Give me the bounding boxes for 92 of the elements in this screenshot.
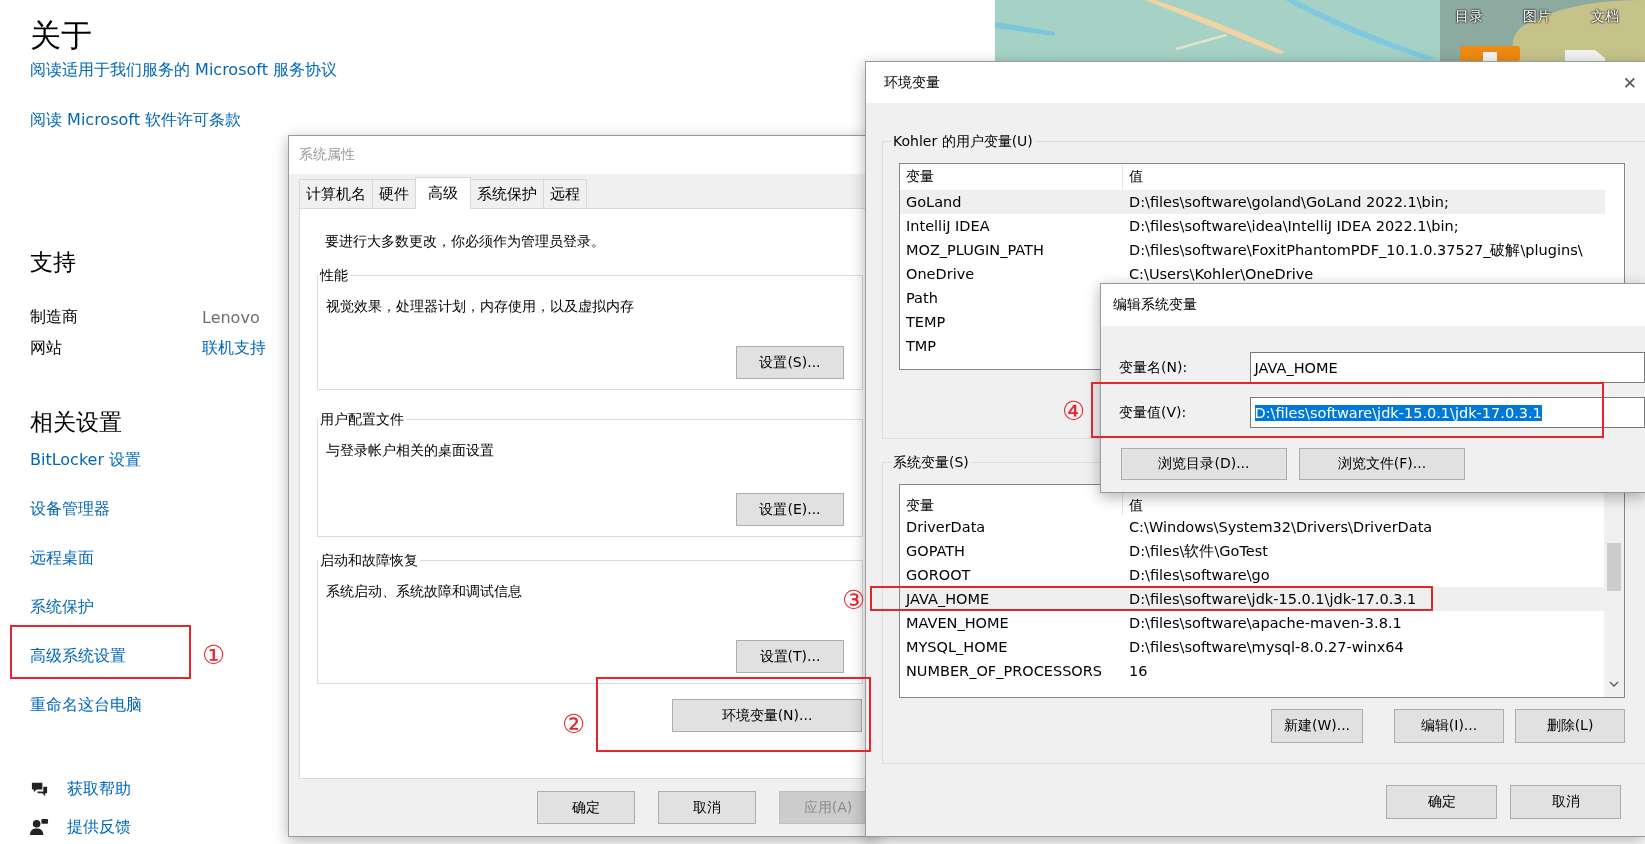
table-cell-text: IntelliJ IDEA: [905, 218, 991, 234]
table-row[interactable]: MYSQL_HOME D:\files\software\mysql-8.0.27-winx64: [900, 635, 1605, 659]
link[interactable]: 高级系统设置: [30, 642, 126, 670]
link[interactable]: 设备管理器: [30, 495, 110, 523]
link[interactable]: 重命名这台电脑: [30, 691, 142, 719]
table-row[interactable]: GOROOT D:\files\software\go: [900, 563, 1605, 587]
step-number: ②: [562, 709, 586, 739]
group-title: 性能: [318, 265, 350, 285]
dialog-button[interactable]: 删除(L): [1515, 709, 1625, 743]
table-cell-text: 16: [1128, 663, 1148, 679]
table-cell-text: OneDrive: [905, 266, 976, 282]
dialog-button[interactable]: 新建(W)...: [1271, 709, 1363, 743]
link[interactable]: 提供反馈: [67, 813, 131, 841]
table-row[interactable]: MOZ_PLUGIN_PATH D:\files\software\FoxitPhantomPDF_10.1.0.37527_破解\plugins\: [900, 238, 1605, 262]
table-cell-text: NUMBER_OF_PROCESSORS: [905, 663, 1104, 679]
table-cell-text: JAVA_HOME: [904, 591, 991, 607]
input-field[interactable]: JAVA_HOME: [1249, 352, 1645, 383]
dialog-button[interactable]: 取消: [658, 791, 756, 824]
column-header: 值: [1128, 167, 1143, 186]
table-cell-text: D:\files\软件\GoTest: [1128, 541, 1268, 561]
tab[interactable]: 高级: [415, 177, 471, 209]
input-field[interactable]: D:\files\software\jdk-15.0.1\jdk-17.0.3.1: [1249, 397, 1645, 428]
table-cell-text: MYSQL_HOME: [905, 639, 1009, 655]
dialog-button[interactable]: 确定: [1386, 785, 1497, 819]
column-header: 值: [1128, 496, 1143, 515]
link[interactable]: 联机支持: [202, 334, 266, 362]
group-description: 视觉效果，处理器计划，内存使用，以及虚拟内存: [326, 297, 635, 316]
close-button[interactable]: ✕: [1622, 72, 1637, 93]
table-cell-text: GOROOT: [905, 567, 972, 583]
window-title: 编辑系统变量: [1113, 296, 1197, 314]
info-label: 网站: [30, 337, 63, 359]
dialog-button[interactable]: 编辑(I)...: [1394, 709, 1504, 743]
section-heading: 相关设置: [30, 408, 122, 437]
environment-variables-button[interactable]: 环境变量(N)...: [672, 699, 862, 732]
table-cell-text: D:\files\software\goland\GoLand 2022.1\bin;: [1128, 194, 1449, 210]
table-row[interactable]: GoLand D:\files\software\goland\GoLand 2022.1\bin;: [900, 190, 1605, 214]
table-cell-text: D:\files\software\jdk-15.0.1\jdk-17.0.3.1: [1128, 591, 1417, 607]
group-description: 系统启动、系统故障和调试信息: [326, 582, 523, 601]
page-title: 关于: [30, 16, 92, 55]
settings-button[interactable]: 设置(S)...: [736, 346, 844, 379]
step-number: ①: [202, 640, 226, 670]
group-title: Kohler 的用户变量(U): [891, 131, 1035, 151]
table-row[interactable]: NUMBER_OF_PROCESSORS 16: [900, 659, 1605, 683]
table-cell-text: C:\Users\Kohler\OneDrive: [1128, 266, 1314, 282]
info-value: Lenovo: [202, 307, 260, 327]
link[interactable]: 系统保护: [30, 593, 94, 621]
group-title: 启动和故障恢复: [318, 550, 420, 570]
table-row[interactable]: MAVEN_HOME D:\files\software\apache-maven-3.8.1: [900, 611, 1605, 635]
table-cell-text: D:\files\software\go: [1128, 567, 1270, 583]
window-title: 系统属性: [299, 146, 355, 164]
table-row[interactable]: IntelliJ IDEA D:\files\software\idea\IntelliJ IDEA 2022.1\bin;: [900, 214, 1605, 238]
person-icon: [30, 817, 49, 837]
settings-button[interactable]: 设置(T)...: [736, 640, 844, 673]
table-cell-text: C:\Windows\System32\Drivers\DriverData: [1128, 519, 1433, 535]
section-heading: 支持: [30, 248, 76, 277]
link[interactable]: 获取帮助: [67, 775, 131, 803]
field-label: 变量值(V):: [1118, 403, 1188, 422]
table-cell-text: D:\files\software\mysql-8.0.27-winx64: [1128, 639, 1404, 655]
dialog-button[interactable]: 浏览目录(D)...: [1121, 448, 1287, 480]
dialog-button[interactable]: 取消: [1510, 785, 1621, 819]
table-row[interactable]: GOPATH D:\files\软件\GoTest: [900, 539, 1605, 563]
link[interactable]: 远程桌面: [30, 544, 94, 572]
tab[interactable]: 远程: [543, 179, 587, 208]
table-row[interactable]: OneDrive C:\Users\Kohler\OneDrive: [900, 262, 1605, 286]
table-cell-text: MOZ_PLUGIN_PATH: [905, 242, 1045, 258]
link[interactable]: 阅读 Microsoft 软件许可条款: [30, 106, 241, 134]
link[interactable]: 阅读适用于我们服务的 Microsoft 服务协议: [30, 56, 337, 84]
table-cell-text: MAVEN_HOME: [905, 615, 1010, 631]
settings-button[interactable]: 设置(E)...: [736, 493, 844, 526]
scrollbar-thumb[interactable]: [1607, 543, 1621, 591]
group-title: 系统变量(S): [891, 452, 971, 472]
table-row[interactable]: DriverData C:\Windows\System32\Drivers\DriverData: [900, 515, 1605, 539]
field-label: 变量名(N):: [1118, 358, 1189, 377]
dialog-button[interactable]: 确定: [537, 791, 635, 824]
group-description: 与登录帐户相关的桌面设置: [326, 441, 495, 460]
link[interactable]: BitLocker 设置: [30, 446, 142, 474]
tab[interactable]: 计算机名: [299, 179, 373, 208]
table-cell-text: D:\files\software\FoxitPhantomPDF_10.1.0.37527_破解\plugins\: [1128, 240, 1583, 260]
table-cell-text: DriverData: [905, 519, 987, 535]
table-cell-text: GoLand: [905, 194, 963, 210]
group-title: 用户配置文件: [318, 409, 406, 429]
table-cell-text: D:\files\software\apache-maven-3.8.1: [1128, 615, 1402, 631]
notice-text: 要进行大多数更改，你必须作为管理员登录。: [325, 232, 606, 251]
step-number: ③: [842, 585, 866, 615]
window-title: 环境变量: [884, 73, 940, 92]
table-cell-text: TEMP: [905, 314, 947, 330]
table-cell-text: GOPATH: [905, 543, 967, 559]
step-number: ④: [1062, 396, 1086, 426]
table-cell-text: D:\files\software\idea\IntelliJ IDEA 2022.1\bin;: [1128, 218, 1459, 234]
info-label: 制造商: [30, 306, 79, 328]
dialog-button[interactable]: 浏览文件(F)...: [1299, 448, 1465, 480]
table-cell-text: TMP: [905, 338, 938, 354]
